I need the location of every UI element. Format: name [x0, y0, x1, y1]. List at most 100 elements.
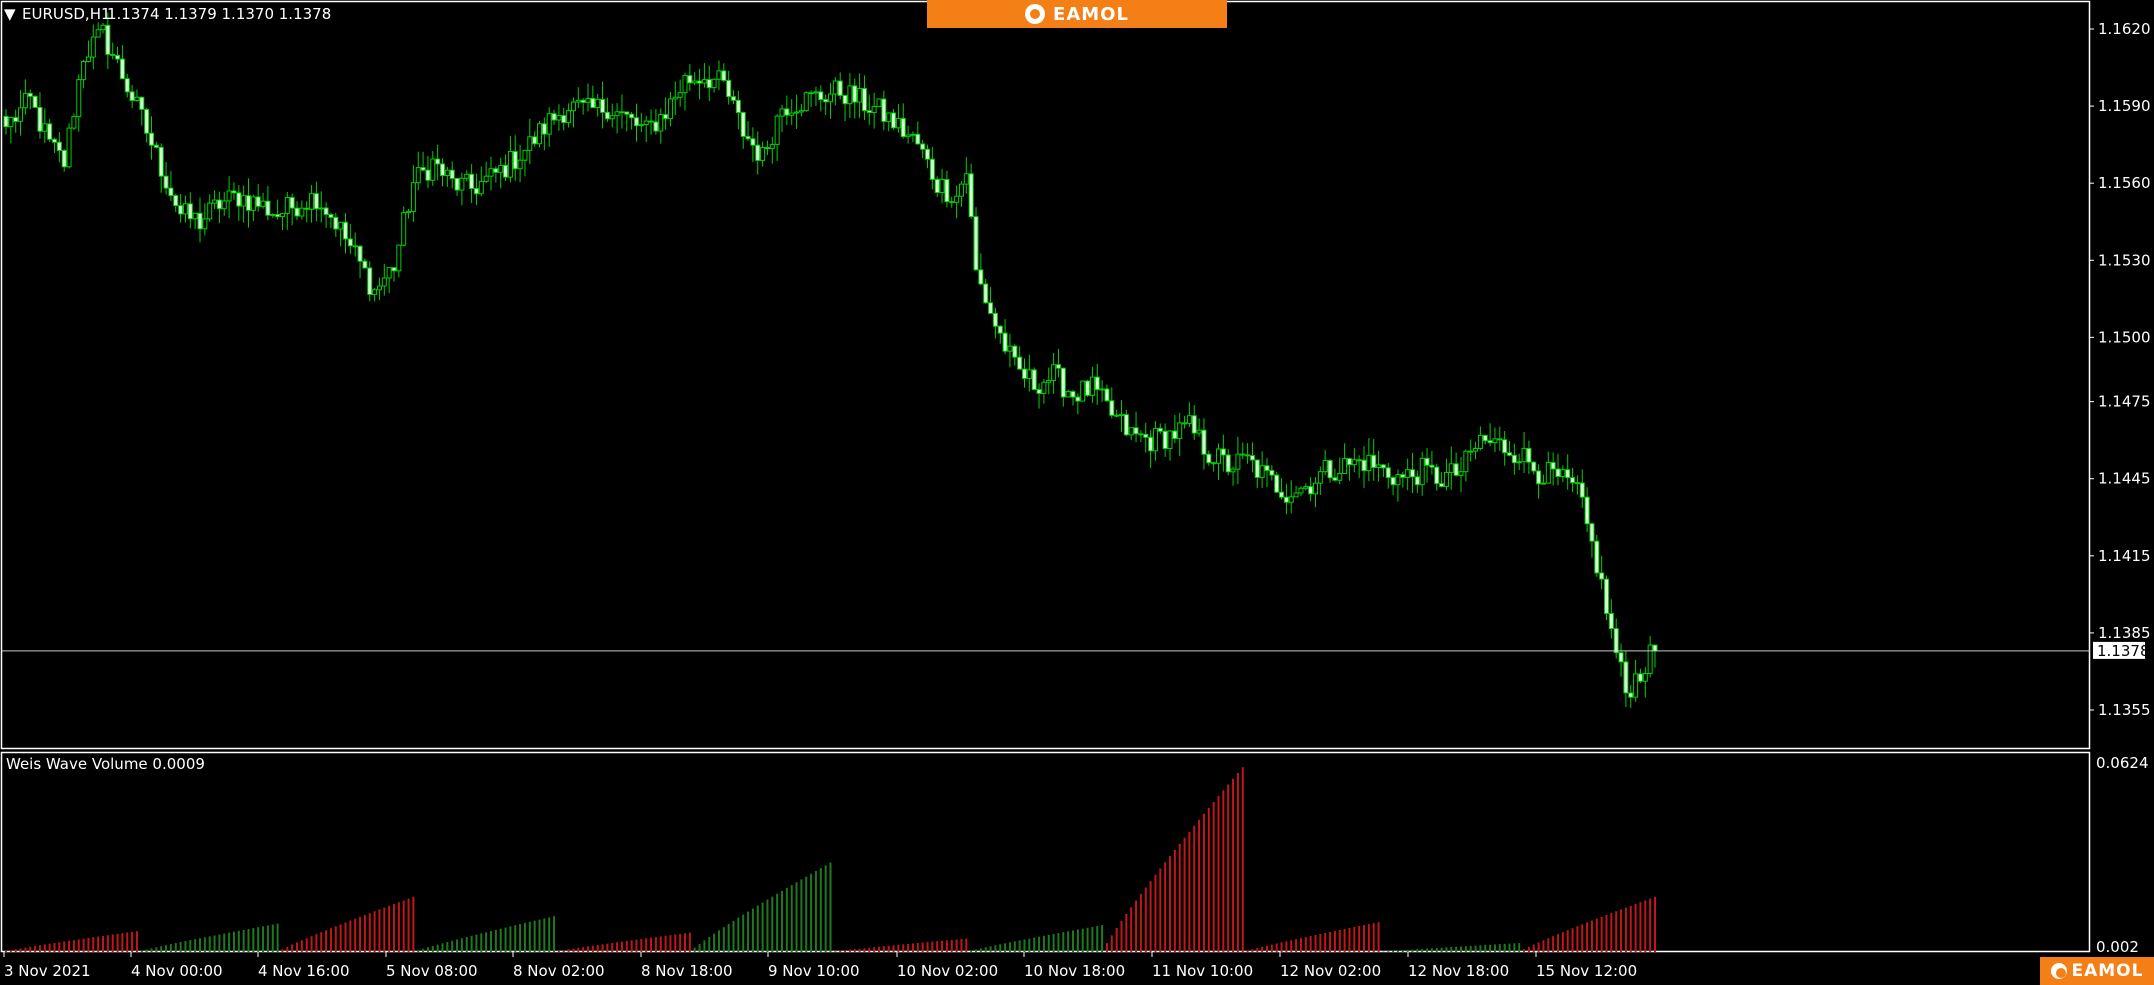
candle: [1545, 451, 1551, 484]
candle: [1259, 451, 1265, 488]
candle: [478, 166, 484, 197]
candle: [852, 78, 858, 119]
candle: [100, 22, 106, 34]
candle: [920, 139, 926, 158]
candle: [1458, 457, 1464, 493]
candle: [779, 104, 785, 133]
candle: [1550, 452, 1556, 486]
candle: [313, 181, 319, 222]
candle: [1405, 458, 1411, 491]
price-tick-label: 1.1560: [2098, 174, 2151, 192]
candle: [1356, 455, 1362, 479]
candle: [32, 95, 38, 108]
candle: [764, 140, 770, 156]
candle: [614, 103, 620, 134]
candle: [1487, 423, 1493, 447]
candle: [1579, 469, 1585, 508]
candle: [915, 121, 921, 145]
candle: [1264, 458, 1270, 488]
candle: [585, 83, 591, 112]
candle: [1085, 379, 1091, 397]
candle: [1439, 472, 1445, 488]
candle: [871, 92, 877, 129]
candle: [71, 113, 77, 130]
candle: [469, 164, 475, 203]
candle: [1191, 405, 1197, 440]
candle: [1303, 483, 1309, 491]
candle: [1279, 478, 1285, 500]
candle: [1599, 555, 1605, 590]
candle: [1114, 409, 1120, 418]
candle: [1385, 462, 1391, 489]
main-chart-frame: [0, 0, 2091, 750]
candle: [784, 95, 790, 125]
candle: [968, 163, 974, 219]
candle: [483, 161, 489, 184]
candle: [299, 200, 305, 220]
candle: [842, 94, 848, 122]
candle: [731, 90, 736, 105]
candle: [115, 46, 121, 64]
candle: [522, 149, 528, 177]
candle: [973, 207, 979, 271]
candle: [517, 144, 523, 183]
candle: [1308, 477, 1314, 502]
candle: [1516, 453, 1522, 471]
candle: [27, 89, 33, 110]
candle: [440, 158, 445, 187]
candle: [1293, 485, 1299, 498]
candle: [1036, 383, 1042, 409]
candle: [934, 176, 940, 198]
candle: [1119, 400, 1124, 432]
candle: [1628, 684, 1634, 708]
candle: [735, 90, 741, 130]
candle: [119, 45, 125, 80]
brand-logo-bottom: EAMOL: [2040, 957, 2154, 985]
candle: [236, 185, 242, 221]
trading-chart[interactable]: ▼ EURUSD,H1 1.1374 1.1379 1.1370 1.1378 …: [0, 0, 2154, 985]
candle: [847, 72, 853, 118]
candle: [498, 157, 504, 189]
candle: [1298, 486, 1304, 497]
candle: [66, 123, 72, 169]
candle: [1570, 468, 1576, 493]
candle: [1254, 459, 1260, 489]
candle: [493, 166, 499, 183]
candle: [697, 68, 703, 100]
candle: [1094, 363, 1100, 405]
candle: [857, 73, 863, 118]
candle: [1429, 450, 1435, 475]
candle: [1162, 423, 1168, 457]
candle: [1633, 659, 1639, 702]
candle: [1196, 418, 1202, 437]
candle: [163, 162, 169, 195]
candle: [47, 119, 53, 143]
candle: [124, 73, 130, 98]
candle: [192, 212, 198, 229]
symbol-dropdown-icon[interactable]: ▼: [4, 5, 16, 23]
candle: [643, 115, 649, 142]
candle: [110, 42, 116, 60]
candle: [357, 245, 363, 279]
candle: [187, 192, 193, 229]
candle: [1089, 366, 1095, 404]
candle: [1511, 443, 1517, 475]
price-tick-label: 1.1500: [2098, 328, 2151, 346]
candle: [289, 193, 295, 226]
candle: [420, 151, 426, 172]
candle: [284, 192, 290, 230]
time-tick-label: 4 Nov 00:00: [131, 962, 223, 980]
candle: [81, 59, 87, 89]
time-tick-label: 10 Nov 02:00: [897, 962, 998, 980]
candle: [1283, 483, 1289, 515]
candle: [173, 193, 179, 213]
candle: [886, 112, 892, 132]
candle: [386, 267, 392, 294]
candle: [1046, 367, 1052, 395]
candle: [1443, 458, 1449, 491]
brand-logo-top: EAMOL: [927, 0, 1227, 28]
candle: [1109, 387, 1115, 419]
candle: [507, 135, 513, 183]
candle: [1594, 534, 1600, 577]
candle: [813, 86, 819, 106]
